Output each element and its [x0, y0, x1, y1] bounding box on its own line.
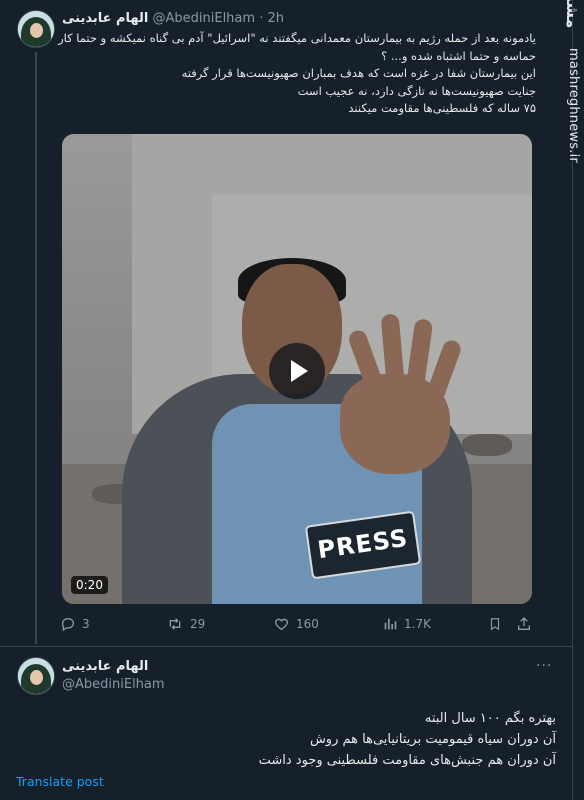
tweet-header: الهام عابدینی @AbediniElham · 2h	[62, 11, 284, 26]
reply-text-line: بهتره بگم ۱۰۰ سال البته	[424, 711, 556, 726]
reply-count: 3	[82, 617, 90, 631]
reply-author-name-row: الهام عابدینی	[62, 659, 148, 674]
watermark: مشرق mashreghnews.ir	[560, 0, 584, 190]
share-button[interactable]	[516, 616, 538, 632]
more-options-icon[interactable]: ···	[536, 658, 552, 674]
tweet-text-line: این بیمارستان شفا در غزه است که هدف بمبا…	[181, 66, 536, 80]
share-icon	[518, 617, 530, 630]
views-icon	[384, 618, 397, 630]
reply-icon	[61, 617, 75, 632]
tweet-time[interactable]: · 2h	[259, 11, 284, 26]
reply-handle-row: @AbediniElham	[62, 677, 165, 692]
tweet-text-line: یادمونه بعد از حمله رژیم به بیمارستان مع…	[58, 31, 536, 45]
video-duration: 0:20	[71, 576, 108, 594]
reply-button[interactable]: 3	[60, 616, 90, 632]
watermark-logo: مشرق	[563, 0, 582, 29]
tweet-text-line: حماسه و حتما اشتباه شده و... ؟	[381, 48, 536, 63]
divider	[0, 646, 572, 647]
play-icon	[291, 360, 308, 382]
retweet-icon	[169, 618, 181, 630]
views-count: 1.7K	[404, 617, 431, 631]
author-name[interactable]: الهام عابدینی	[62, 11, 148, 26]
reply-text-line: آن دوران هم جنبش‌های مقاومت فلسطینی وجود…	[258, 753, 556, 768]
tweet-text-line: جنایت صهیونیست‌ها نه تازگی دارد، نه عجیب…	[297, 83, 536, 98]
reply-text-line: آن دوران سیاه قیمومیت بریتانیایی‌ها هم ر…	[309, 732, 556, 747]
like-count: 160	[296, 617, 319, 631]
watermark-site: mashreghnews.ir	[566, 48, 581, 163]
bookmark-icon	[490, 618, 500, 631]
bookmark-button[interactable]	[488, 616, 508, 632]
tweet-text: یادمونه بعد از حمله رژیم به بیمارستان مع…	[58, 30, 536, 118]
avatar[interactable]	[17, 10, 55, 48]
reply-text: بهتره بگم ۱۰۰ سال البته آن دوران سیاه قی…	[40, 708, 556, 771]
author-handle[interactable]: @AbediniElham	[153, 11, 256, 26]
views-button[interactable]: 1.7K	[382, 616, 431, 632]
tweet-text-line: ۷۵ ساله که فلسطینی‌ها مقاومت میکنند	[348, 101, 536, 115]
tweet-actions: 3 29 160 1.7K	[60, 616, 532, 636]
translate-post-link[interactable]: Translate post	[16, 774, 104, 789]
heart-icon	[275, 618, 288, 631]
like-button[interactable]: 160	[273, 616, 319, 632]
author-name[interactable]: الهام عابدینی	[62, 659, 148, 674]
play-button[interactable]	[269, 343, 325, 399]
retweet-count: 29	[190, 617, 206, 631]
author-handle[interactable]: @AbediniElham	[62, 677, 165, 692]
avatar[interactable]	[17, 657, 55, 695]
retweet-button[interactable]: 29	[166, 616, 205, 632]
thread-line	[35, 52, 37, 644]
